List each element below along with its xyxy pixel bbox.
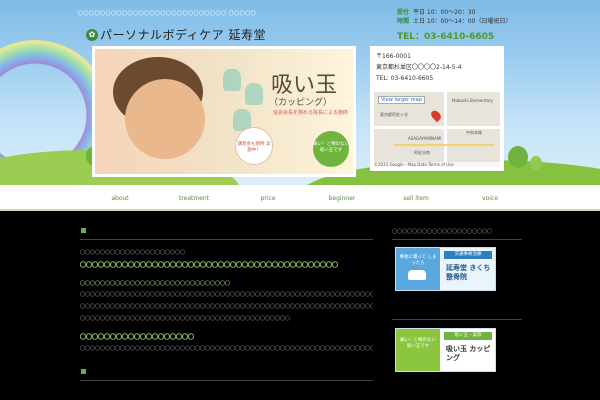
section-divider [80, 239, 373, 240]
paragraph: 〇〇〇〇〇〇〇〇〇〇〇〇〇〇〇〇〇〇〇〇〇〇〇〇〇〇〇〇〇〇〇〇〇〇〇〇〇〇〇〇… [80, 316, 291, 322]
tree-decoration [530, 156, 542, 170]
site-tagline: 〇〇〇〇〇〇〇〇〇〇〇〇〇〇〇〇〇〇〇〇〇〇〇〇〇〇〇 〇〇〇〇〇 [78, 11, 257, 17]
main-content: 〇〇〇〇〇〇〇〇〇〇〇〇〇〇〇〇〇〇〇〇〇 〇〇〇〇〇〇〇〇〇〇〇〇〇〇〇〇〇〇… [0, 211, 600, 400]
address: 東京都杉並区〇〇〇〇2-14-5-4 [376, 64, 462, 71]
hours-value: 土日 10：00～14：00（日曜祝日） [413, 18, 512, 25]
banner-tag: 交通事故治療 [444, 251, 492, 259]
sidebar-divider [392, 319, 522, 320]
nav-item-beginner[interactable]: beginner [312, 195, 372, 202]
view-larger-map-link[interactable]: View larger map [378, 96, 425, 104]
banner-tag: 吸い玉・美容 [444, 332, 492, 340]
paragraph: 〇〇〇〇〇〇〇〇〇〇〇〇〇〇〇〇〇〇〇〇〇〇〇〇〇〇〇〇〇〇〇〇〇〇〇〇〇〇〇〇… [80, 346, 373, 352]
hero-banner: 吸い玉 （カッピング） 協会会長を務める院長による施術 講習会も随時 実施中！ … [92, 46, 356, 177]
nav-item-voice[interactable]: voice [460, 195, 520, 202]
map-label: 阿佐谷南 [414, 150, 430, 155]
nav-item-price[interactable]: price [238, 195, 298, 202]
contact-card: 〒166-0001 東京都杉並区〇〇〇〇2-14-5-4 TEL: 03-641… [370, 46, 504, 171]
banner-left-text: 痛い！と噂のない 吸い玉です [400, 338, 436, 349]
site-logo[interactable]: ✿ パーソナルボディケア 延寿堂 [86, 26, 266, 43]
map-road [444, 92, 447, 167]
intro-text: 〇〇〇〇〇〇〇〇〇〇〇〇〇〇〇〇〇〇〇〇〇 [80, 250, 186, 256]
banner-left-panel [396, 329, 440, 371]
banner-left-text: 事故に遭って しまったら [399, 255, 437, 266]
traffic-accident-banner[interactable]: 事故に遭って しまったら 交通事故治療 延寿堂 きくち整骨院 [395, 247, 496, 291]
map-pin-icon[interactable] [429, 108, 443, 123]
nav-item-about[interactable]: about [90, 195, 150, 202]
section-marker-icon [81, 228, 86, 233]
contact-phone[interactable]: TEL: 03-6410-6605 [376, 73, 498, 84]
map-footer: ©2015 Google - Map Data Terms of Use [374, 162, 500, 167]
nav-item-sell-item[interactable]: sell item [386, 195, 446, 202]
model-face [125, 79, 205, 159]
subheading: 〇〇〇〇〇〇〇〇〇〇〇〇〇〇〇〇〇〇〇〇〇〇〇〇〇〇〇〇〇〇 [80, 281, 231, 287]
sidebar-divider [392, 239, 522, 240]
hours-label: 時間 [397, 18, 410, 25]
logo-text: パーソナルボディケア 延寿堂 [100, 28, 266, 42]
car-icon [408, 270, 426, 280]
postal-code: 〒166-0001 [376, 53, 411, 60]
section-divider [80, 380, 373, 381]
headline: 〇〇〇〇〇〇〇〇〇〇〇〇〇〇〇〇〇〇〇〇〇〇〇〇〇〇〇〇〇〇〇〇〇〇〇〇〇〇〇〇… [80, 262, 339, 269]
workshop-bubble: 講習会も随時 実施中！ [235, 127, 273, 165]
cup-icon [223, 69, 241, 91]
cup-icon [245, 83, 263, 105]
banner-subtitle: （カッピング） [269, 98, 333, 108]
main-nav: about treatment price beginner sell item… [0, 185, 600, 211]
map-label: Mabashi Elementary [452, 98, 493, 103]
paragraph: 〇〇〇〇〇〇〇〇〇〇〇〇〇〇〇〇〇〇〇〇〇〇〇〇〇〇〇〇〇〇〇〇〇〇〇〇〇〇〇〇… [80, 304, 373, 310]
business-hours: 受付 平日 10：00～20：30 時間 土日 10：00～14：00（日曜祝日） [397, 8, 511, 26]
header-phone[interactable]: TEL：03-6410-6605 [397, 29, 494, 42]
site-header: 〇〇〇〇〇〇〇〇〇〇〇〇〇〇〇〇〇〇〇〇〇〇〇〇〇〇〇 〇〇〇〇〇 ✿ パーソナ… [0, 0, 600, 185]
paragraph: 〇〇〇〇〇〇〇〇〇〇〇〇〇〇〇〇〇〇〇〇〇〇〇〇〇〇〇〇〇〇〇〇〇〇〇〇〇〇〇〇… [80, 292, 373, 298]
section-marker-icon [81, 369, 86, 374]
map-label: 中央本線 [466, 130, 482, 135]
headline: 〇〇〇〇〇〇〇〇〇〇〇〇〇〇〇〇〇〇〇 [80, 334, 195, 341]
banner-description: 協会会長を務める院長による施術 [273, 110, 348, 116]
google-map[interactable]: View larger map 東京都阿佐ヶ谷 ASAGAYAMINAMI 阿佐… [374, 92, 500, 167]
map-road [394, 144, 494, 146]
sidebar-heading: 〇〇〇〇〇〇〇〇〇〇〇〇〇〇〇〇〇〇〇〇 [392, 229, 493, 235]
hours-value: 平日 10：00～20：30 [413, 9, 476, 16]
no-pain-bubble: 痛い！と噂のない 吸い玉です [313, 131, 349, 167]
cupping-banner[interactable]: 痛い！と噂のない 吸い玉です 吸い玉・美容 吸い玉 カッピング [395, 328, 496, 372]
banner-name: 吸い玉 カッピング [446, 345, 491, 362]
map-road [374, 126, 500, 129]
banner-name: 延寿堂 きくち整骨院 [446, 264, 491, 281]
hours-label: 受付 [397, 9, 410, 16]
map-label: 東京都阿佐ヶ谷 [380, 112, 408, 117]
leaf-icon: ✿ [86, 28, 98, 41]
nav-item-treatment[interactable]: treatment [164, 195, 224, 202]
map-label: ASAGAYAMINAMI [408, 136, 442, 141]
tree-decoration [508, 146, 528, 168]
